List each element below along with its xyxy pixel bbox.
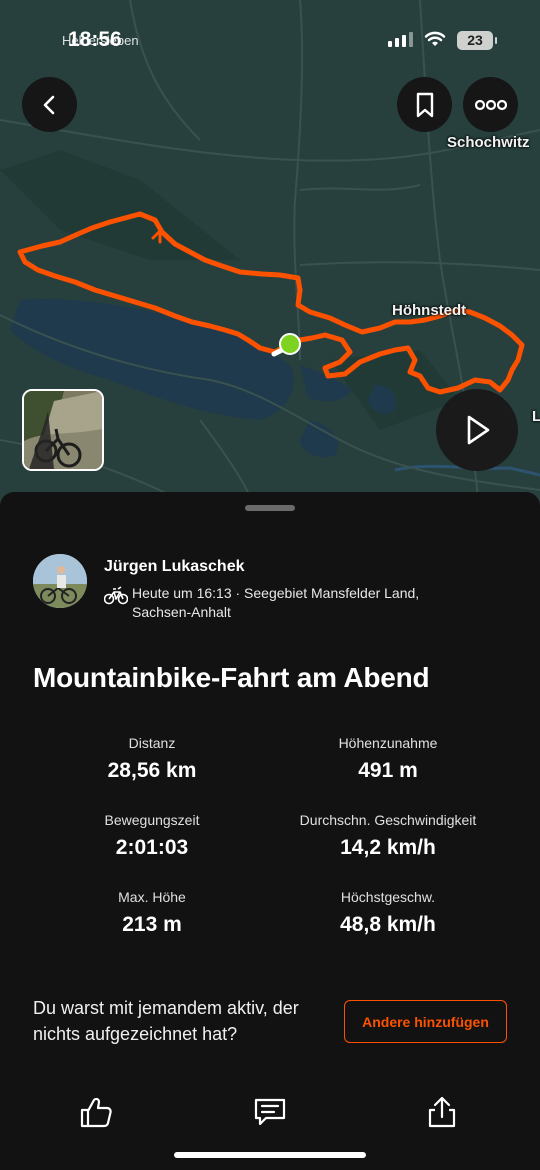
- home-indicator: [174, 1152, 366, 1158]
- stat-label: Höchstgeschw.: [340, 889, 436, 905]
- photo-image: [24, 391, 102, 469]
- stat-average-speed: Durchschn. Geschwindigkeit 14,2 km/h: [258, 812, 518, 860]
- stat-value: 491 m: [358, 759, 418, 782]
- activity-title: Mountainbike-Fahrt am Abend: [33, 662, 430, 693]
- avatar[interactable]: [33, 554, 87, 608]
- bookmark-button[interactable]: [397, 77, 452, 132]
- wifi-icon: [424, 31, 446, 46]
- stat-value: 213 m: [122, 913, 182, 936]
- stat-max-elevation: Max. Höhe 213 m: [22, 889, 282, 937]
- stat-label: Bewegungszeit: [104, 812, 200, 828]
- map-place-label: Schochwitz: [447, 134, 530, 151]
- status-bar: Helbersleben 18:56 23: [0, 0, 540, 60]
- map-place-label: L: [532, 408, 540, 425]
- stat-distance: Distanz 28,56 km: [22, 735, 282, 783]
- stat-label: Höhenzunahme: [338, 735, 438, 751]
- play-icon: [467, 415, 490, 445]
- battery-indicator: 23: [457, 31, 497, 50]
- status-time: 18:56: [68, 28, 122, 51]
- athlete-name[interactable]: Jürgen Lukaschek: [104, 558, 452, 576]
- map-place-label: Höhnstedt: [392, 302, 467, 319]
- athlete-header[interactable]: Jürgen Lukaschek Heute um 16:13 · Seegeb…: [33, 554, 452, 622]
- kudos-button[interactable]: [76, 1092, 116, 1132]
- add-others-prompt: Du warst mit jemandem aktiv, der nichts …: [33, 998, 299, 1044]
- back-button[interactable]: [22, 77, 77, 132]
- activity-date-location: Heute um 16:13 · Seegebiet Mansfelder La…: [132, 585, 420, 620]
- activity-photo-thumbnail[interactable]: [22, 389, 104, 471]
- add-others-button[interactable]: Andere hinzufügen: [344, 1000, 507, 1043]
- stat-moving-time: Bewegungszeit 2:01:03: [22, 812, 282, 860]
- stat-label: Durchschn. Geschwindigkeit: [299, 812, 477, 828]
- activity-map[interactable]: Schochwitz Höhnstedt L: [0, 0, 540, 520]
- stat-elevation-gain: Höhenzunahme 491 m: [258, 735, 518, 783]
- bookmark-icon: [416, 92, 433, 117]
- thumbs-up-icon: [80, 1097, 112, 1128]
- stat-max-speed: Höchstgeschw. 48,8 km/h: [258, 889, 518, 937]
- share-icon: [428, 1096, 456, 1128]
- play-flyover-button[interactable]: [436, 389, 518, 471]
- stat-label: Max. Höhe: [118, 889, 186, 905]
- more-options-button[interactable]: [463, 77, 518, 132]
- more-icon: [474, 99, 507, 110]
- comment-icon: [254, 1098, 286, 1126]
- avatar-image: [33, 554, 87, 608]
- stat-value: 28,56 km: [107, 759, 197, 782]
- sheet-grabber[interactable]: [245, 505, 295, 511]
- mountain-bike-icon: [104, 586, 128, 605]
- stat-label: Distanz: [128, 735, 176, 751]
- stat-value: 2:01:03: [115, 836, 189, 859]
- stat-value: 14,2 km/h: [340, 836, 436, 859]
- comment-button[interactable]: [250, 1092, 290, 1132]
- share-button[interactable]: [422, 1092, 462, 1132]
- action-bar: [0, 1092, 540, 1134]
- stat-value: 48,8 km/h: [340, 913, 436, 936]
- activity-detail-sheet: Jürgen Lukaschek Heute um 16:13 · Seegeb…: [0, 492, 540, 1170]
- chevron-left-icon: [43, 95, 54, 114]
- cellular-signal-icon: [388, 32, 413, 47]
